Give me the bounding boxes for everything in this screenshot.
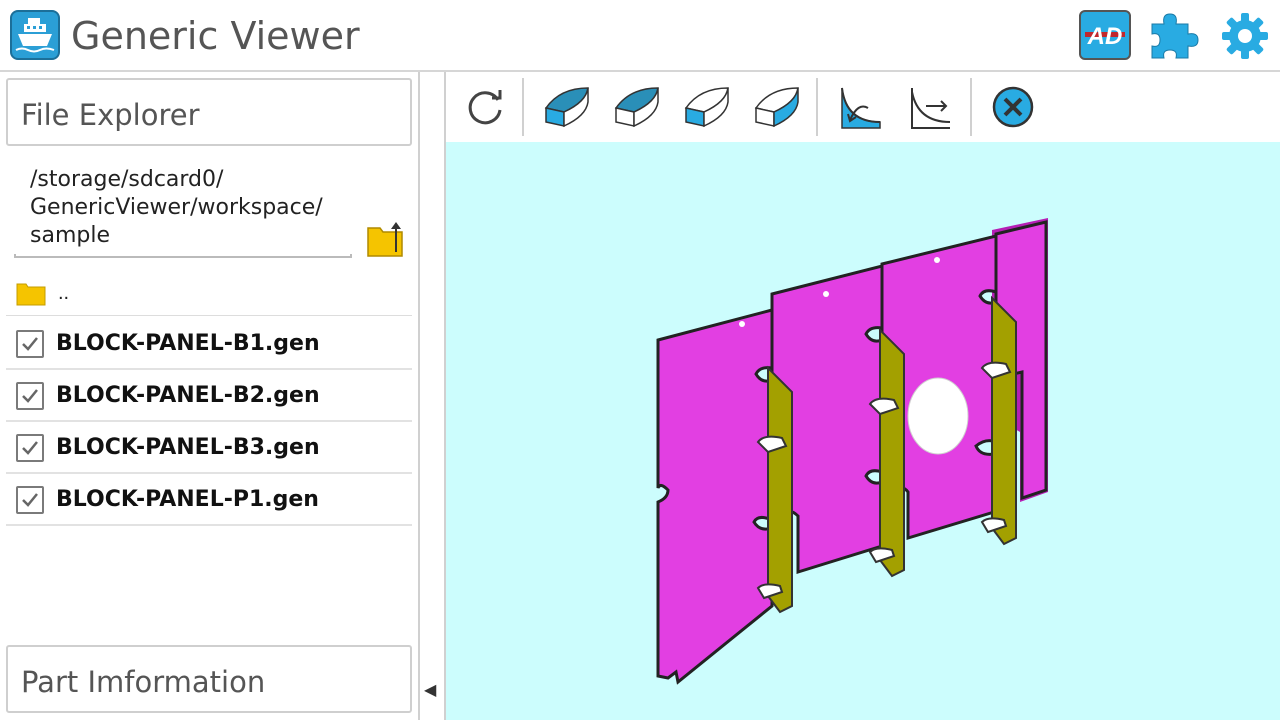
app-ship-icon [10,10,60,60]
panel-b1 [656,308,774,685]
panel-splitter[interactable]: ◀ [418,72,446,720]
list-item[interactable]: BLOCK-PANEL-P1.gen [6,474,412,526]
current-path: /storage/sdcard0/ GenericViewer/workspac… [30,166,350,250]
file-explorer-title: File Explorer [21,98,200,132]
file-checkbox[interactable] [16,382,44,410]
toolbar-separator [816,78,818,136]
rotate-icon[interactable] [460,82,510,132]
toolbar-separator [522,78,524,136]
path-field-underline [14,254,352,258]
curve-section-icon[interactable] [836,82,886,132]
ad-label: AD [1087,23,1123,50]
file-explorer-header[interactable]: File Explorer [6,78,412,146]
view-top-icon[interactable] [540,82,590,132]
list-item[interactable]: BLOCK-PANEL-B3.gen [6,422,412,474]
view-front-icon[interactable] [750,82,800,132]
left-panel: File Explorer /storage/sdcard0/ GenericV… [0,72,418,720]
path-line: /storage/sdcard0/ [30,167,224,192]
ad-button[interactable]: AD [1079,10,1131,62]
path-line: sample [30,223,110,248]
collapse-left-icon[interactable]: ◀ [424,680,436,700]
view-iso-icon[interactable] [610,82,660,132]
panel-cutout-hole [907,377,969,455]
app-title: Generic Viewer [71,14,360,58]
folder-up-icon[interactable] [366,220,406,258]
part-information-title: Part Imformation [21,665,266,699]
file-checkbox[interactable] [16,330,44,358]
3d-viewport[interactable] [446,142,1280,720]
folder-icon [16,280,46,306]
file-name: BLOCK-PANEL-B2.gen [56,383,320,408]
path-line: GenericViewer/workspace/ [30,195,323,220]
file-name: BLOCK-PANEL-P1.gen [56,487,319,512]
parent-directory-label: .. [58,282,70,304]
toolbar-separator [970,78,972,136]
viewer-area [446,72,1280,720]
title-bar: Generic Viewer AD [0,0,1280,72]
viewer-toolbar [446,72,1280,142]
part-information-header[interactable]: Part Imformation [6,645,412,713]
file-checkbox[interactable] [16,486,44,514]
puzzle-icon[interactable] [1148,10,1200,62]
file-name: BLOCK-PANEL-B1.gen [56,331,320,356]
list-item[interactable]: BLOCK-PANEL-B1.gen [6,318,412,370]
3d-model [656,218,1048,685]
file-checkbox[interactable] [16,434,44,462]
file-name: BLOCK-PANEL-B3.gen [56,435,320,460]
view-side-icon[interactable] [680,82,730,132]
file-list: BLOCK-PANEL-B1.gen BLOCK-PANEL-B2.gen BL… [6,318,412,526]
parent-directory-item[interactable]: .. [6,276,412,316]
curve-graph-icon[interactable] [906,82,956,132]
list-item[interactable]: BLOCK-PANEL-B2.gen [6,370,412,422]
gear-icon[interactable] [1219,10,1271,62]
close-icon[interactable] [988,82,1038,132]
app-window: Generic Viewer AD File Explorer /storage… [0,0,1280,720]
